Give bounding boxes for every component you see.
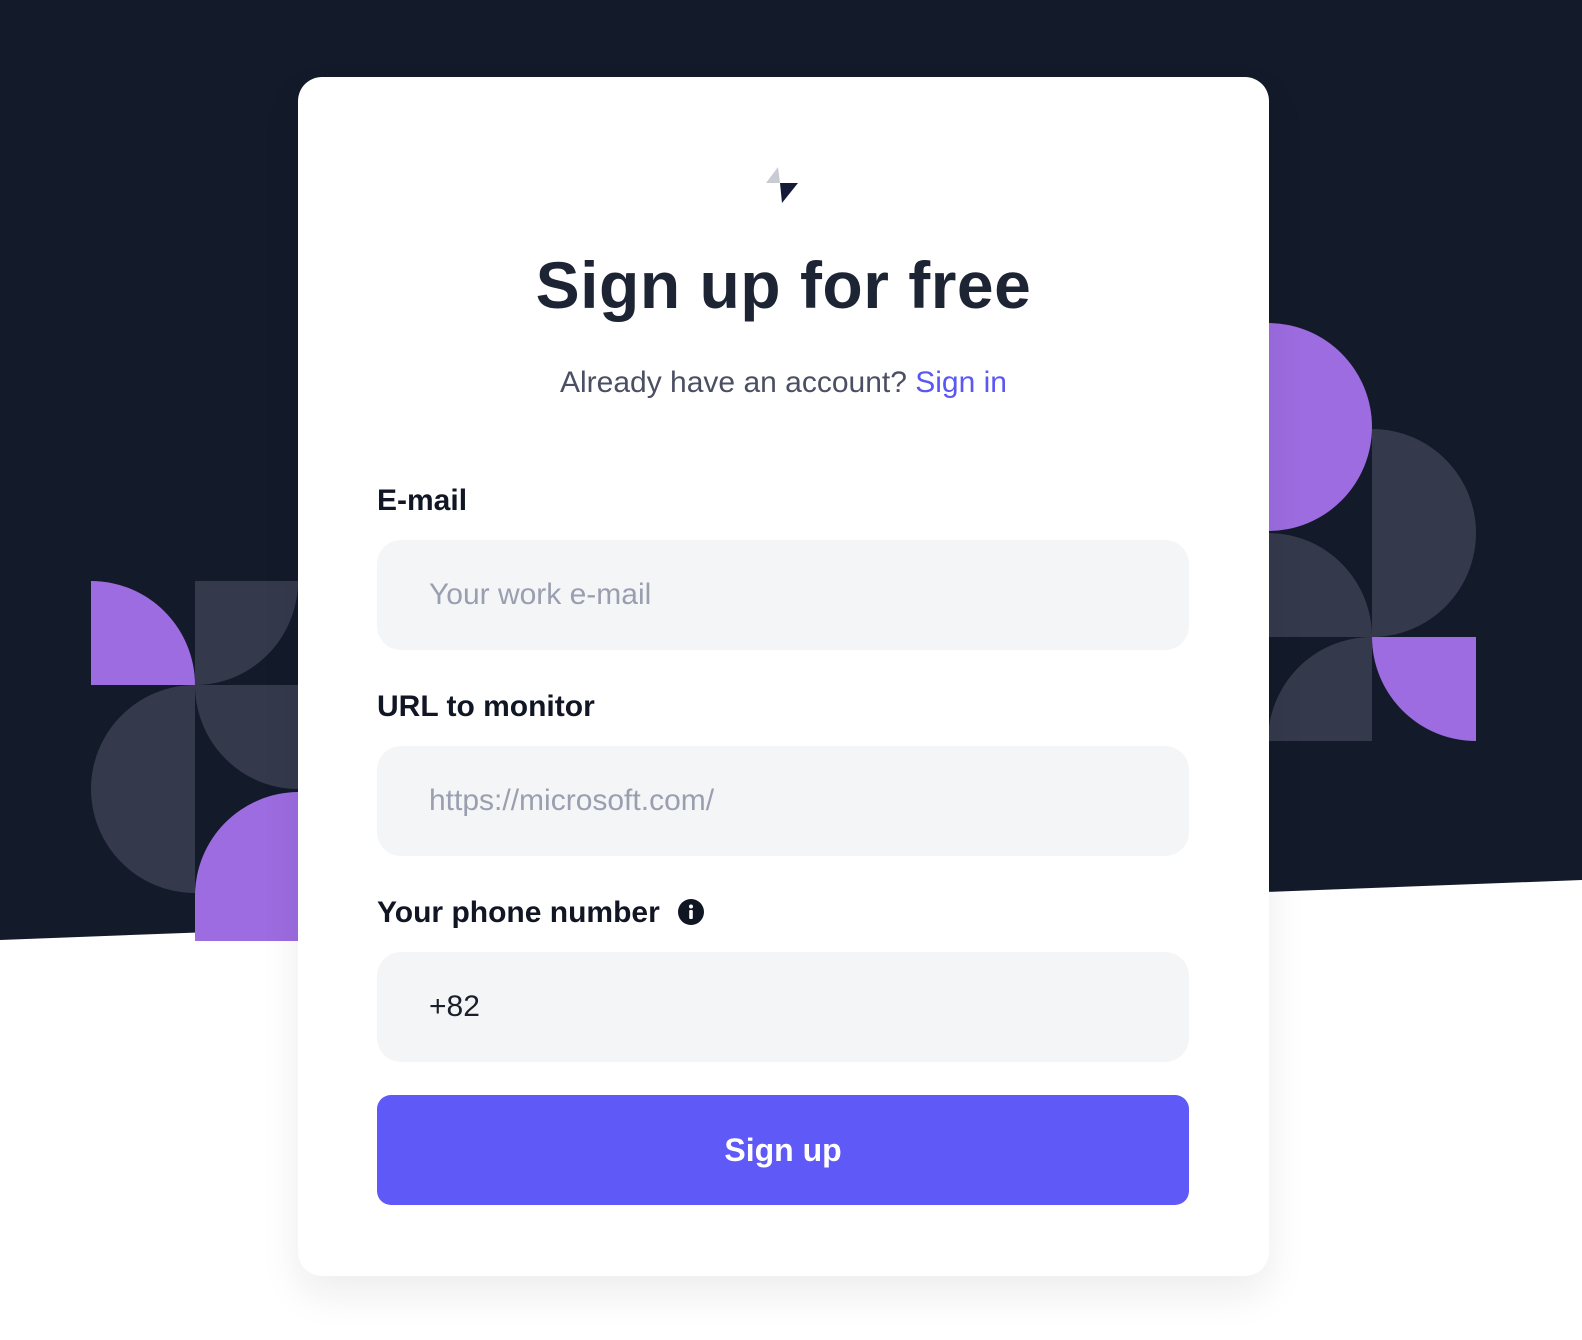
email-field[interactable] bbox=[377, 540, 1189, 650]
deco-shape bbox=[195, 792, 298, 941]
signin-prompt-text: Already have an account? bbox=[560, 366, 907, 399]
deco-shape bbox=[1372, 637, 1476, 741]
deco-shape bbox=[1372, 429, 1476, 637]
phone-label-row: Your phone number bbox=[377, 893, 705, 933]
deco-shape bbox=[91, 685, 195, 893]
phone-field[interactable] bbox=[377, 952, 1189, 1062]
signin-prompt: Already have an account? Sign in bbox=[298, 363, 1269, 403]
email-field-box bbox=[377, 540, 1189, 650]
deco-shape bbox=[195, 685, 298, 789]
email-label: E-mail bbox=[377, 484, 468, 517]
left-decorative-pattern bbox=[91, 581, 298, 941]
url-field-box bbox=[377, 746, 1189, 856]
bolt-logo-icon bbox=[766, 167, 798, 203]
right-decorative-pattern bbox=[1268, 323, 1476, 741]
deco-shape bbox=[1268, 533, 1372, 637]
deco-shape bbox=[1268, 637, 1372, 741]
deco-shape bbox=[91, 581, 195, 685]
info-icon[interactable] bbox=[678, 899, 705, 926]
signup-card: Sign up for free Already have an account… bbox=[298, 77, 1269, 1276]
phone-label: Your phone number bbox=[377, 896, 660, 929]
deco-shape bbox=[195, 581, 298, 685]
phone-field-box bbox=[377, 952, 1189, 1062]
url-label: URL to monitor bbox=[377, 690, 595, 723]
deco-shape bbox=[1268, 323, 1372, 531]
signin-link[interactable]: Sign in bbox=[915, 366, 1007, 399]
url-field[interactable] bbox=[377, 746, 1189, 856]
signup-button[interactable]: Sign up bbox=[377, 1095, 1189, 1205]
page-title: Sign up for free bbox=[535, 248, 1032, 322]
